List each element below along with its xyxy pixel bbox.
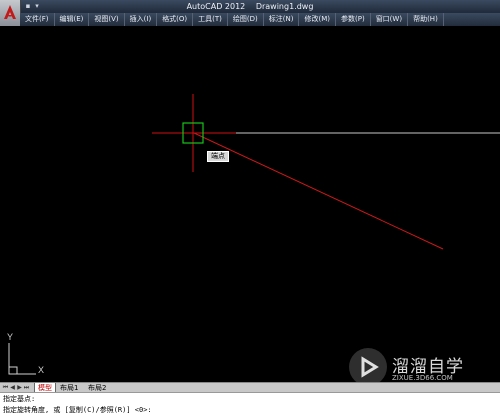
menu-parametric[interactable]: 参数(P) bbox=[336, 13, 371, 26]
menu-file[interactable]: 文件(F) bbox=[20, 13, 55, 26]
ucs-icon: Y X bbox=[7, 332, 44, 375]
svg-text:Y: Y bbox=[7, 332, 13, 342]
menu-draw[interactable]: 绘图(D) bbox=[228, 13, 264, 26]
menu-help[interactable]: 帮助(H) bbox=[408, 13, 444, 26]
menu-view[interactable]: 视图(V) bbox=[89, 13, 125, 26]
application-menu-button[interactable] bbox=[0, 0, 21, 26]
quick-access-dropdown-icon[interactable]: ▾ bbox=[33, 1, 41, 11]
drawing-svg: Y X bbox=[7, 94, 500, 375]
svg-text:X: X bbox=[38, 365, 44, 375]
menu-insert[interactable]: 插入(I) bbox=[125, 13, 158, 26]
menu-edit[interactable]: 编辑(E) bbox=[55, 13, 90, 26]
quick-access-new-icon[interactable]: ▪ bbox=[24, 1, 32, 11]
drawing-canvas[interactable]: Y X bbox=[0, 26, 500, 382]
last-tab-icon[interactable]: ⏭ bbox=[23, 384, 30, 392]
watermark-url: ZIXUE.3D66.COM bbox=[392, 374, 453, 382]
snap-tooltip: 端点 bbox=[207, 151, 229, 162]
command-history: 指定基点: bbox=[3, 395, 36, 403]
document-title: Drawing1.dwg bbox=[255, 2, 314, 11]
command-window[interactable]: 指定基点: 指定旋转角度, 或 [复制(C)/参照(R)] <0>: bbox=[0, 392, 500, 417]
menu-format[interactable]: 格式(O) bbox=[157, 13, 194, 26]
menu-bar: 文件(F) 编辑(E) 视图(V) 插入(I) 格式(O) 工具(T) 绘图(D… bbox=[20, 13, 500, 26]
watermark: 溜溜自学 ZIXUE.3D66.COM bbox=[349, 348, 475, 386]
red-rotating-line[interactable] bbox=[193, 132, 444, 250]
first-tab-icon[interactable]: ⏮ bbox=[2, 384, 9, 392]
menu-dimension[interactable]: 标注(N) bbox=[264, 13, 300, 26]
prev-tab-icon[interactable]: ◀ bbox=[9, 384, 16, 392]
watermark-logo-icon bbox=[349, 348, 387, 386]
menu-modify[interactable]: 修改(M) bbox=[299, 13, 336, 26]
command-prompt[interactable]: 指定旋转角度, 或 [复制(C)/参照(R)] <0>: bbox=[3, 406, 152, 415]
title-bar: ▪ ▾ AutoCAD 2012 Drawing1.dwg bbox=[0, 0, 500, 13]
menu-tools[interactable]: 工具(T) bbox=[193, 13, 228, 26]
app-title: AutoCAD 2012 bbox=[186, 2, 246, 11]
next-tab-icon[interactable]: ▶ bbox=[16, 384, 23, 392]
menu-window[interactable]: 窗口(W) bbox=[371, 13, 409, 26]
window-title: AutoCAD 2012 Drawing1.dwg bbox=[150, 1, 350, 12]
autocad-logo-icon bbox=[4, 5, 16, 19]
